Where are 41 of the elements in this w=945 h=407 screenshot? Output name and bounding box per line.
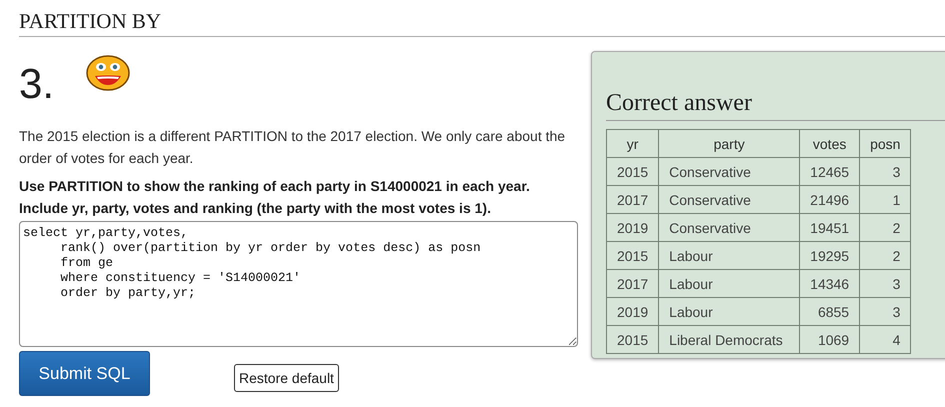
smiley-icon xyxy=(86,55,130,91)
question-number: 3. xyxy=(19,63,54,105)
table-cell: Conservative xyxy=(658,186,800,214)
table-cell: 19451 xyxy=(800,214,860,242)
table-cell: 14346 xyxy=(800,270,860,298)
submit-button[interactable]: Submit SQL xyxy=(19,351,150,396)
table-cell: 1 xyxy=(860,186,911,214)
table-cell: Labour xyxy=(658,270,800,298)
table-cell: 3 xyxy=(860,298,911,326)
table-cell: 4 xyxy=(860,326,911,354)
table-cell: 2 xyxy=(860,242,911,270)
table-cell: 2 xyxy=(860,214,911,242)
table-cell: Labour xyxy=(658,298,800,326)
table-cell: 2015 xyxy=(606,242,659,270)
table-cell: Liberal Democrats xyxy=(658,326,800,354)
column-header: votes xyxy=(800,130,860,158)
table-cell: 2017 xyxy=(606,186,659,214)
restore-button[interactable]: Restore default xyxy=(234,364,339,392)
question-text: The 2015 election is a different PARTITION to the 2017 election. We only care about the order of votes for each year. xyxy=(19,127,566,168)
table-cell: 2019 xyxy=(606,214,659,242)
table-cell: 3 xyxy=(860,270,911,298)
table-cell: 3 xyxy=(860,158,911,186)
table-cell: 19295 xyxy=(800,242,860,270)
table-cell: Labour xyxy=(658,242,800,270)
column-header: party xyxy=(658,130,800,158)
sql-editor[interactable]: select yr,party,votes, rank() over(partition by yr order by votes desc) as posn from ge where constituency = 'S14000021' order by party,yr; xyxy=(19,221,578,347)
table-cell: 2015 xyxy=(606,326,659,354)
answer-title: Correct answer xyxy=(606,90,945,121)
table-cell: Conservative xyxy=(658,214,800,242)
column-header: posn xyxy=(860,130,911,158)
table-cell: Conservative xyxy=(658,158,800,186)
table-cell: 6855 xyxy=(800,298,860,326)
table-cell: 2015 xyxy=(606,158,659,186)
table-cell: 1069 xyxy=(800,326,860,354)
table-cell: 12465 xyxy=(800,158,860,186)
column-header: yr xyxy=(606,130,659,158)
table-cell: 2017 xyxy=(606,270,659,298)
task-text: Use PARTITION to show the ranking of each party in S14000021 in each year. Include yr, party, votes and ranking (the party with the most votes is 1). xyxy=(19,177,531,218)
table-cell: 21496 xyxy=(800,186,860,214)
table-cell: 2019 xyxy=(606,298,659,326)
page-title: PARTITION BY xyxy=(19,0,945,37)
